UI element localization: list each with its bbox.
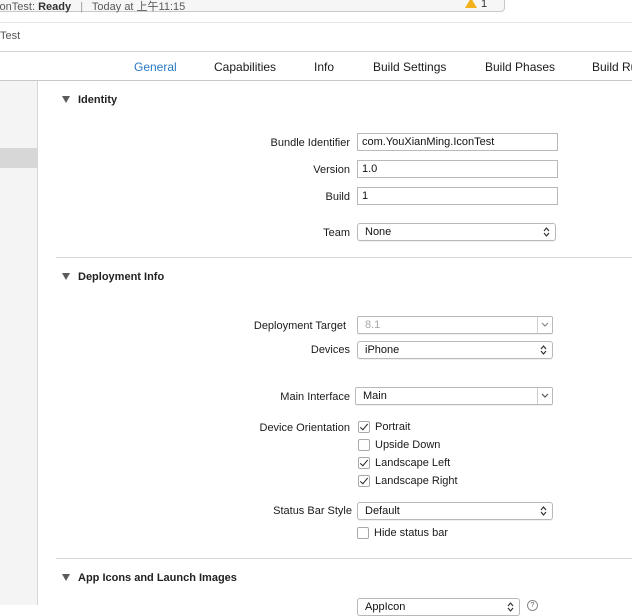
section-divider [56,257,632,258]
status-bar-style-popup[interactable]: Default [357,502,553,520]
version-field[interactable]: 1.0 [357,160,558,178]
section-divider [56,558,632,559]
hide-status-bar-checkbox[interactable]: Hide status bar [357,527,448,539]
disclosure-triangle-icon[interactable] [62,574,70,581]
updown-chevron-icon [540,345,547,355]
status-separator: | [80,1,84,13]
app-icons-source-value: AppIcon [365,601,406,613]
warning-indicator[interactable]: 1 [465,0,487,10]
team-value: None [365,226,392,238]
tab-build-phases[interactable]: Build Phases [485,60,555,74]
team-popup[interactable]: None [357,223,556,241]
chevron-down-icon [541,322,549,327]
tab-build-settings[interactable]: Build Settings [373,60,446,74]
build-label: Build [325,191,350,203]
updown-chevron-icon [543,227,550,237]
hide-status-bar-label: Hide status bar [374,527,448,539]
tab-capabilities[interactable]: Capabilities [214,60,276,74]
updown-chevron-icon [507,602,514,612]
checkbox-checked [358,421,370,433]
sidebar-selected-item[interactable] [0,148,38,168]
disclosure-triangle-icon[interactable] [62,96,70,103]
tab-info[interactable]: Info [314,60,334,74]
updown-chevron-icon [540,506,547,516]
orientation-upside-down-checkbox[interactable]: Upside Down [358,439,440,451]
bundle-identifier-field[interactable]: com.YouXianMing.IconTest [357,133,558,151]
devices-popup[interactable]: iPhone [357,341,553,359]
status-bar-style-value: Default [365,505,400,517]
main-interface-combo[interactable]: Main [355,387,553,405]
status-time: Today at 上午11:15 [91,1,186,13]
app-icons-source-popup[interactable]: AppIcon [357,598,520,616]
combo-dropdown-button[interactable] [537,317,552,333]
breadcrumb[interactable]: Test [0,30,20,42]
checkbox-checked [358,475,370,487]
tab-build-rules[interactable]: Build Ru [592,60,632,74]
deployment-target-label: Deployment Target [253,320,346,332]
orientation-landscape-right-checkbox[interactable]: Landscape Right [358,475,458,487]
section-title-app-icons: App Icons and Launch Images [78,572,237,584]
section-title-deployment-info: Deployment Info [78,271,165,283]
orientation-upside-down-label: Upside Down [375,439,441,451]
info-circle-icon[interactable]: ? [527,600,538,611]
devices-label: Devices [310,344,350,356]
checkbox-unchecked [357,527,369,539]
warning-icon [465,0,477,8]
section-title-identity: Identity [78,94,118,106]
chevron-down-icon [541,393,549,398]
status-text: IconTest: Ready | Today at 上午11:15 [0,0,185,14]
orientation-portrait-checkbox[interactable]: Portrait [358,421,410,433]
orientation-portrait-label: Portrait [375,421,411,433]
team-label: Team [323,227,350,239]
activity-status-bar: IconTest: Ready | Today at 上午11:15 1 [0,0,505,14]
checkbox-unchecked [358,439,370,451]
deployment-target-combo[interactable]: 8.1 [357,316,553,334]
version-label: Version [313,164,350,176]
disclosure-triangle-icon[interactable] [62,273,70,280]
build-field[interactable]: 1 [357,187,558,205]
tab-general[interactable]: General [134,60,177,74]
bundle-identifier-label: Bundle Identifier [270,137,351,149]
devices-value: iPhone [365,344,400,356]
status-project: IconTest: [0,1,36,13]
status-bar-style-label: Status Bar Style [273,505,352,517]
device-orientation-label: Device Orientation [259,422,351,434]
orientation-landscape-right-label: Landscape Right [375,475,458,487]
main-interface-label: Main Interface [280,391,350,403]
deployment-target-value: 8.1 [365,319,381,331]
checkbox-checked [358,457,370,469]
status-state: Ready [38,1,72,13]
orientation-landscape-left-label: Landscape Left [375,457,451,469]
combo-dropdown-button[interactable] [537,388,552,404]
breadcrumb-bar [0,22,632,52]
warning-count: 1 [481,0,488,10]
main-interface-value: Main [363,390,387,402]
orientation-landscape-left-checkbox[interactable]: Landscape Left [358,457,450,469]
